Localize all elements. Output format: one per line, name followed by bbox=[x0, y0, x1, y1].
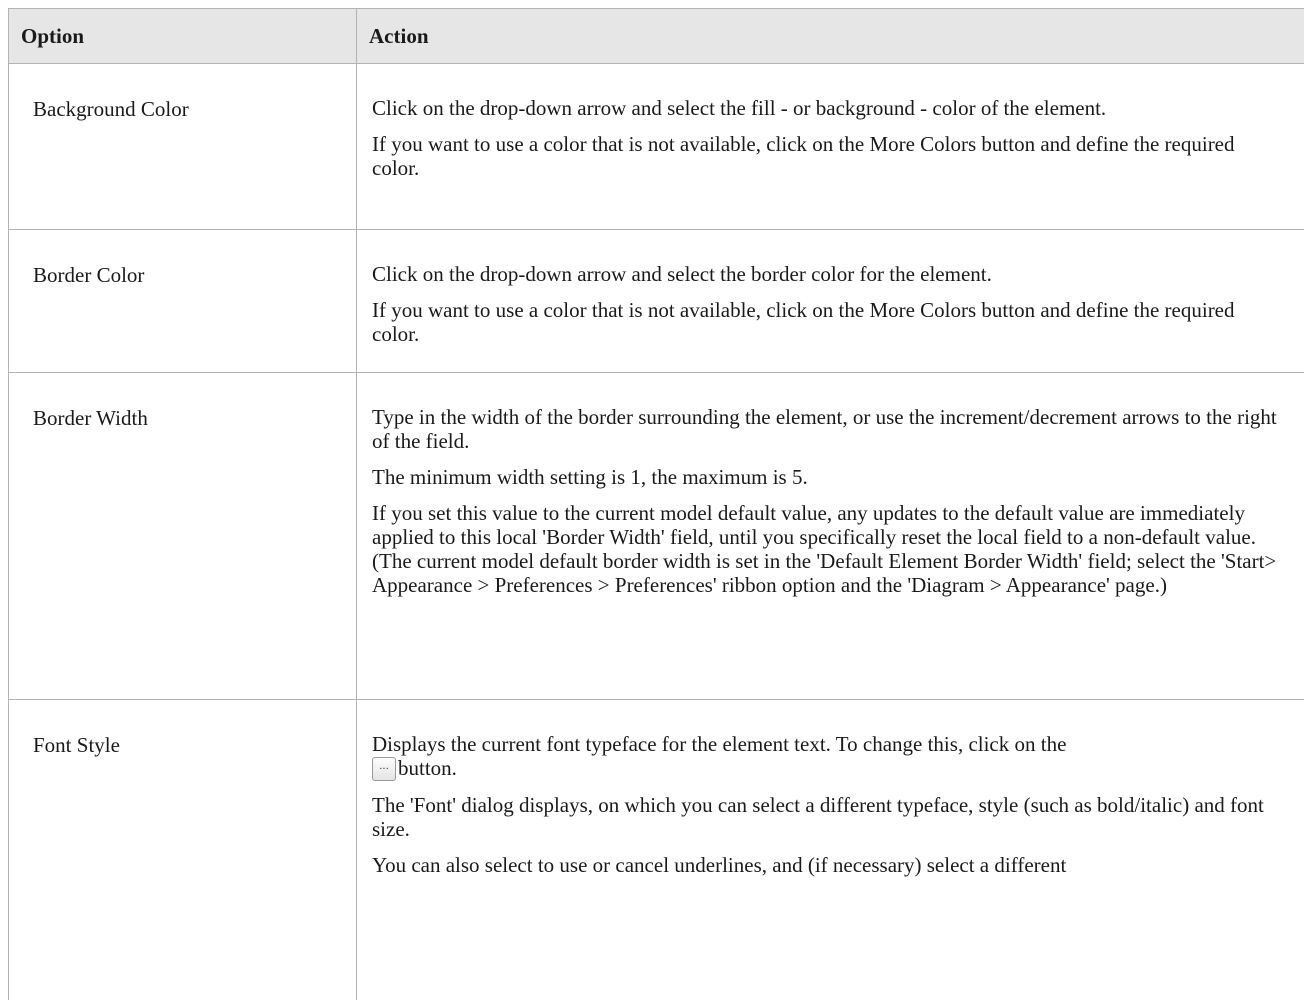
action-paragraph: You can also select to use or cancel und… bbox=[372, 853, 1283, 877]
action-paragraph: Type in the width of the border surround… bbox=[372, 405, 1283, 453]
ellipsis-icon: ... bbox=[373, 762, 395, 772]
action-paragraph: If you want to use a color that is not a… bbox=[372, 298, 1283, 346]
options-table: Option Action Background Color Click on … bbox=[8, 8, 1304, 1000]
option-action: Displays the current font typeface for t… bbox=[357, 700, 1304, 1000]
action-paragraph: The 'Font' dialog displays, on which you… bbox=[372, 793, 1283, 841]
table-row: Background Color Click on the drop-down … bbox=[9, 64, 1304, 230]
action-paragraph: Displays the current font typeface for t… bbox=[372, 732, 1283, 781]
table-header-row: Option Action bbox=[9, 9, 1304, 64]
option-name: Background Color bbox=[9, 64, 357, 230]
action-paragraph: If you want to use a color that is not a… bbox=[372, 132, 1283, 180]
action-paragraph: Click on the drop-down arrow and select … bbox=[372, 96, 1283, 120]
action-paragraph: The minimum width setting is 1, the maxi… bbox=[372, 465, 1283, 489]
table-row: Font Style Displays the current font typ… bbox=[9, 700, 1304, 1000]
action-text: button. bbox=[398, 756, 457, 780]
option-name: Border Color bbox=[9, 230, 357, 373]
action-paragraph: Click on the drop-down arrow and select … bbox=[372, 262, 1283, 286]
option-action: Click on the drop-down arrow and select … bbox=[357, 64, 1304, 230]
option-name: Font Style bbox=[9, 700, 357, 1000]
header-option: Option bbox=[9, 9, 357, 64]
option-name: Border Width bbox=[9, 373, 357, 700]
action-paragraph: If you set this value to the current mod… bbox=[372, 501, 1283, 597]
action-text: Displays the current font typeface for t… bbox=[372, 732, 1066, 756]
table-row: Border Width Type in the width of the bo… bbox=[9, 373, 1304, 700]
option-action: Click on the drop-down arrow and select … bbox=[357, 230, 1304, 373]
option-action: Type in the width of the border surround… bbox=[357, 373, 1304, 700]
table-row: Border Color Click on the drop-down arro… bbox=[9, 230, 1304, 373]
ellipsis-button[interactable]: ... bbox=[372, 757, 396, 781]
ellipsis-button-line: ...button. bbox=[372, 756, 1283, 781]
header-action: Action bbox=[357, 9, 1304, 64]
